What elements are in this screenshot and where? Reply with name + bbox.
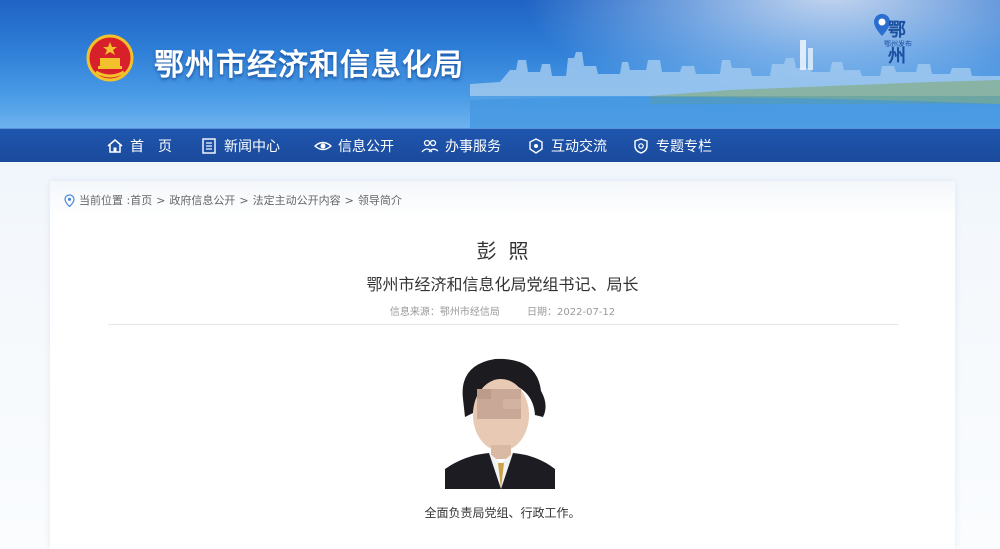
nav-item-label: 首 页: [130, 139, 172, 155]
breadcrumb-statutory-content[interactable]: 法定主动公开内容: [253, 192, 341, 208]
official-portrait-photo: [445, 351, 555, 489]
location-pin-icon: [64, 193, 75, 207]
breadcrumb-leader-profile[interactable]: 领导简介: [358, 192, 402, 208]
site-title[interactable]: 鄂州市经济和信息化局: [154, 40, 464, 84]
chat-icon: [529, 138, 543, 154]
logo-subtext: 鄂州发布: [884, 40, 912, 48]
ezhou-release-logo[interactable]: 鄂州 鄂州发布: [872, 10, 922, 67]
nav-item-label: 互动交流: [551, 139, 607, 155]
nav-item-label: 新闻中心: [224, 139, 280, 155]
nav-item-special-topics[interactable]: 专题专栏: [632, 129, 712, 163]
nav-item-label: 办事服务: [445, 139, 501, 155]
breadcrumb-home[interactable]: 首页: [130, 192, 152, 208]
breadcrumb-prefix: 当前位置 :: [79, 194, 131, 207]
main-navigation: 首 页 新闻中心 信息公开 办事服务 互动交流 专题专栏: [0, 128, 1000, 162]
nav-item-info-disclosure[interactable]: 信息公开: [314, 129, 394, 163]
header-banner: 鄂州市经济和信息化局 鄂州 鄂州发布: [0, 0, 1000, 128]
shield-icon: [634, 138, 648, 154]
eye-icon: [314, 141, 332, 151]
nav-item-home[interactable]: 首 页: [106, 129, 172, 163]
nav-item-label: 专题专栏: [656, 139, 712, 155]
breadcrumb-separator: >: [156, 193, 166, 207]
divider: [108, 324, 898, 325]
national-emblem-icon: [86, 34, 134, 82]
nav-item-interaction[interactable]: 互动交流: [527, 129, 607, 163]
breadcrumb: 当前位置 : 首页 > 政府信息公开 > 法定主动公开内容 > 领导简介: [64, 191, 402, 209]
nav-item-services[interactable]: 办事服务: [421, 129, 501, 163]
person-name: 彭照: [476, 239, 541, 263]
news-icon: [202, 138, 216, 154]
breadcrumb-separator: >: [239, 193, 249, 207]
nav-item-label: 信息公开: [338, 139, 394, 155]
home-icon: [107, 139, 123, 153]
breadcrumb-gov-info[interactable]: 政府信息公开: [169, 192, 235, 208]
info-source: 信息来源：鄂州市经信局: [389, 307, 500, 318]
article-meta: 信息来源：鄂州市经信局 日期：2022-07-12: [50, 303, 955, 318]
duty-description: 全面负责局党组、行政工作。: [424, 506, 581, 520]
publish-date: 日期：2022-07-12: [527, 307, 616, 318]
content-panel: 当前位置 : 首页 > 政府信息公开 > 法定主动公开内容 > 领导简介 彭照 …: [50, 181, 955, 549]
person-title: 鄂州市经济和信息化局党组书记、局长: [366, 275, 639, 294]
service-icon: [421, 139, 439, 153]
breadcrumb-separator: >: [344, 193, 354, 207]
nav-item-news[interactable]: 新闻中心: [200, 129, 280, 163]
